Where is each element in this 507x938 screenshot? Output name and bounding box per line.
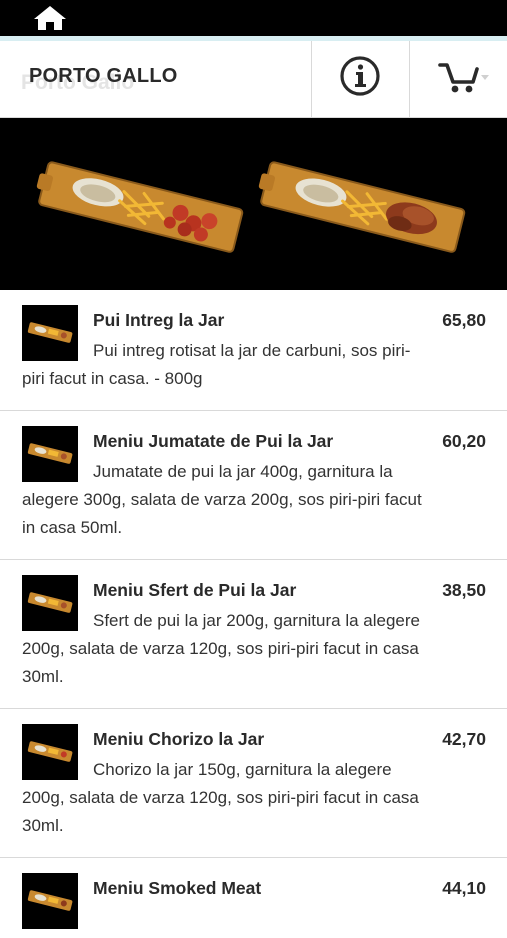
menu-item[interactable]: Meniu Sfert de Pui la Jar 38,50 Sfert de… [0, 560, 507, 709]
top-bar [0, 0, 507, 36]
info-icon [340, 56, 380, 96]
menu-item[interactable]: Pui Intreg la Jar 65,80 Pui intreg rotis… [0, 290, 507, 411]
item-name: Pui Intreg la Jar [93, 310, 225, 330]
item-description: Jumatate de pui la jar 400g, garnitura l… [22, 462, 422, 537]
item-price: 60,20 [442, 431, 486, 451]
item-name: Meniu Jumatate de Pui la Jar [93, 431, 334, 451]
item-name: Meniu Sfert de Pui la Jar [93, 580, 297, 600]
menu-item[interactable]: Meniu Jumatate de Pui la Jar 60,20 Jumat… [0, 411, 507, 560]
item-description: Pui intreg rotisat la jar de carbuni, so… [22, 341, 411, 388]
item-name: Meniu Chorizo la Jar [93, 729, 265, 749]
item-price: 42,70 [442, 729, 486, 749]
menu-item[interactable]: Meniu Smoked Meat 44,10 [0, 858, 507, 938]
info-button[interactable] [311, 41, 410, 117]
cart-icon [438, 63, 489, 93]
menu-list: Pui Intreg la Jar 65,80 Pui intreg rotis… [0, 290, 507, 938]
menu-item[interactable]: Meniu Chorizo la Jar 42,70 Chorizo la ja… [0, 709, 507, 858]
item-name: Meniu Smoked Meat [93, 878, 262, 898]
item-description: Chorizo la jar 150g, garnitura la aleger… [22, 760, 419, 835]
item-price: 44,10 [442, 878, 486, 898]
page-title: PORTO GALLO [29, 65, 178, 87]
home-button[interactable] [32, 3, 68, 33]
item-description: Sfert de pui la jar 200g, garnitura la a… [22, 611, 420, 686]
cart-button[interactable] [409, 41, 507, 117]
home-icon [34, 6, 66, 30]
item-price: 38,50 [442, 580, 486, 600]
hero-image [0, 118, 507, 290]
item-price: 65,80 [442, 310, 486, 330]
item-thumbnail [22, 873, 78, 929]
app-header: Porto Gallo PORTO GALLO [0, 41, 507, 118]
